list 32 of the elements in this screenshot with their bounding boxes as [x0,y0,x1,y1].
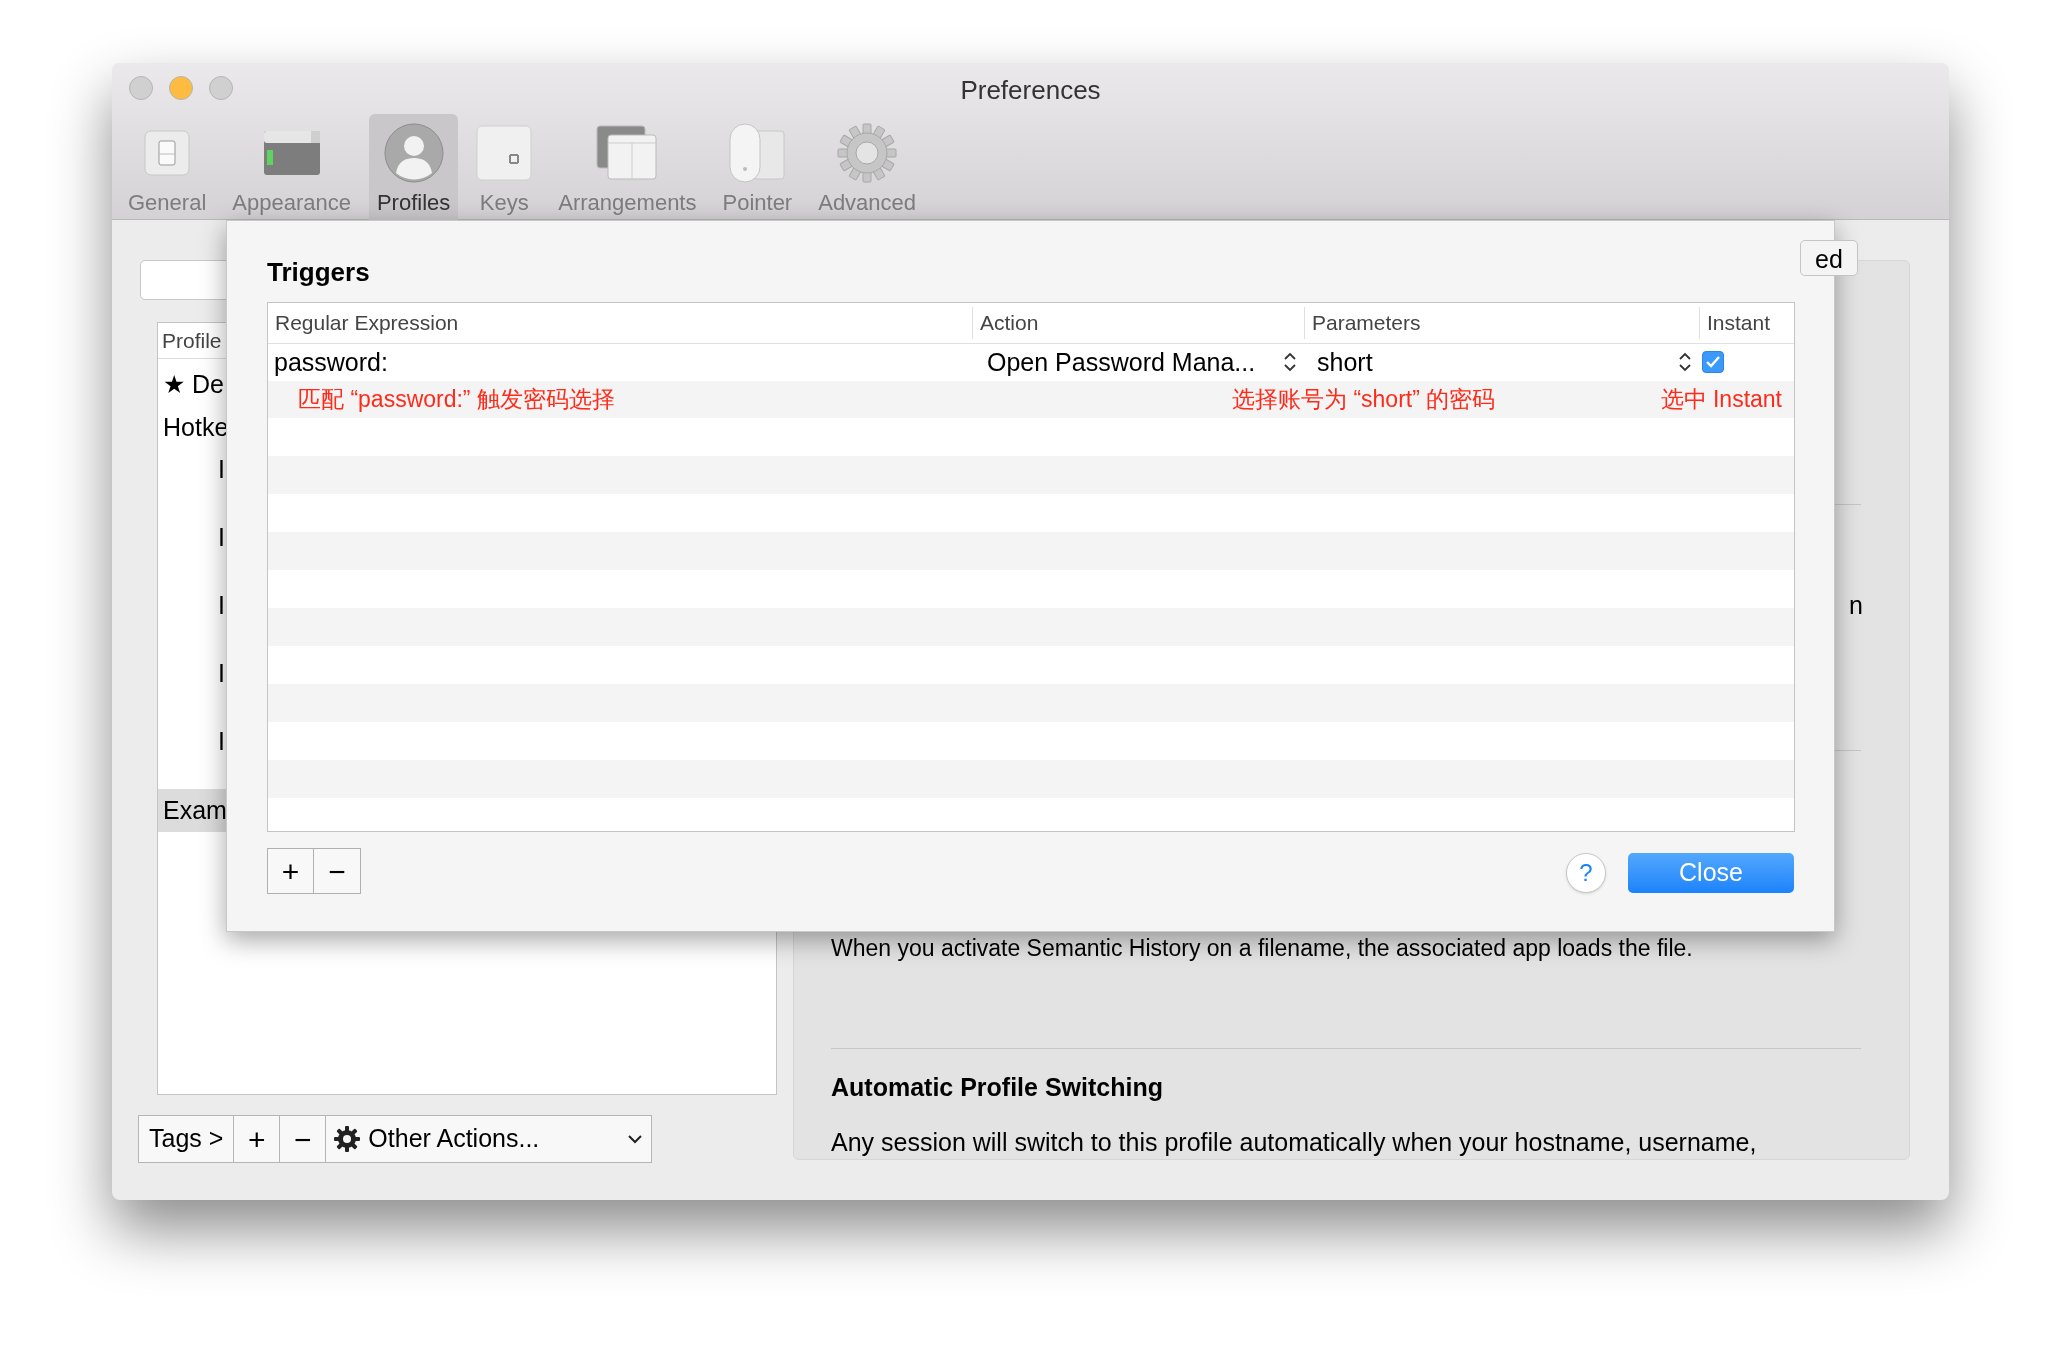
tags-button[interactable]: Tags > [139,1116,235,1162]
profile-name: I [218,525,225,550]
window-title: Preferences [960,74,1101,107]
section-description: Any session will switch to this profile automatically when your hostname, username, [831,1127,1758,1158]
profile-name: I [218,661,225,686]
annotation: 匹配 “password:” 触发密码选择 [297,385,616,415]
column-header[interactable]: Regular Expression [268,307,973,339]
column-header[interactable]: Action [973,307,1305,339]
section-heading: Automatic Profile Switching [831,1071,1164,1103]
tab-button[interactable]: ed [1800,240,1858,276]
profile-name: I [218,729,225,754]
action-popup[interactable]: Open Password Mana... [973,343,1305,381]
table-cell-text: password: [273,346,389,378]
column-header[interactable]: Instant [1700,303,1794,343]
profile-name: Exam [163,798,227,823]
semantic-history-description: When you activate Semantic History on a filename, the associated app loads the file. [831,934,1694,963]
add-button[interactable]: + [234,1116,281,1162]
parameters-popup[interactable]: short [1305,343,1700,381]
column-header[interactable]: Profile [162,324,222,357]
annotation: 选择账号为 “short” 的密码 [1232,385,1497,415]
help-button[interactable]: ? [1566,853,1606,893]
column-header[interactable]: Parameters [1305,307,1700,339]
sheet-title: Triggers [267,256,370,289]
profile-name: I [218,457,225,482]
remove-button[interactable]: − [280,1116,327,1162]
annotation: 选中 Instant [1659,385,1783,415]
profile-name: Hotke [163,415,229,440]
profile-name: I [218,593,225,618]
profile-name: ★ De [163,372,224,397]
setting-text: n [1849,593,1864,618]
other-actions-dropdown[interactable]: Other Actions... [326,1116,651,1162]
toolbar-tab[interactable]: Profiles [368,114,459,223]
